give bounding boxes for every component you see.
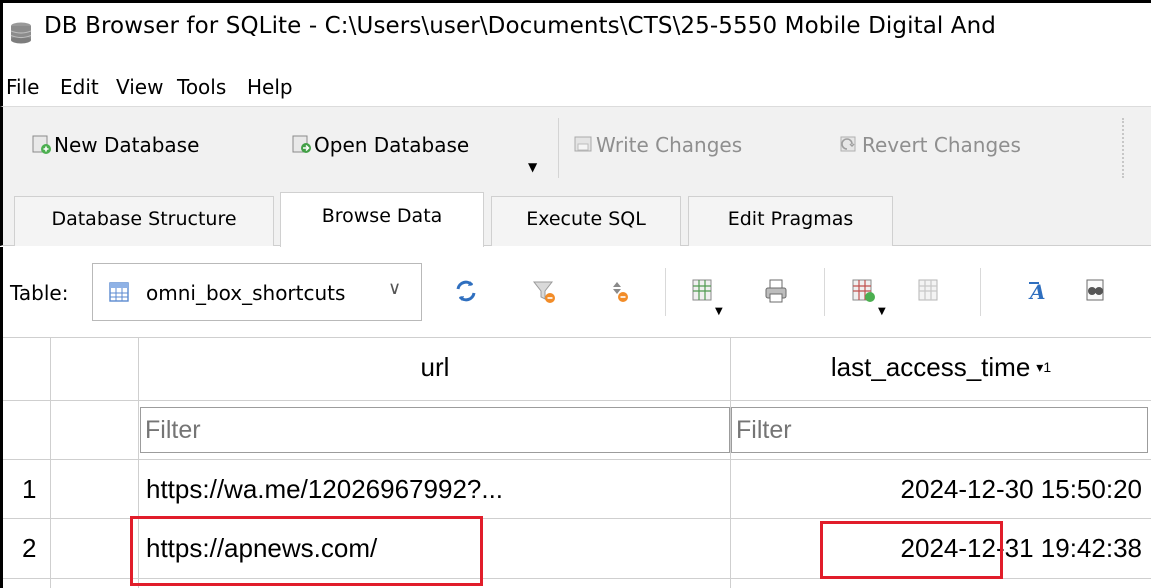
find-icon[interactable] bbox=[1082, 277, 1110, 305]
table-icon bbox=[109, 282, 129, 302]
menu-file[interactable]: File bbox=[6, 75, 39, 99]
format-text-icon[interactable]: A bbox=[1026, 277, 1054, 305]
toolbar-separator bbox=[980, 268, 981, 316]
print-icon[interactable] bbox=[762, 277, 790, 305]
highlight-box-date bbox=[820, 521, 1003, 579]
clear-sorting-icon[interactable] bbox=[606, 277, 634, 305]
cell-time: 15:50:20 bbox=[1040, 474, 1142, 504]
open-database-button[interactable]: Open Database bbox=[290, 133, 469, 157]
open-database-icon bbox=[292, 135, 311, 153]
row-number[interactable]: 1 bbox=[22, 474, 36, 505]
column-header-last-access-time[interactable]: last_access_time ▾1 bbox=[731, 352, 1151, 383]
tab-edit-pragmas[interactable]: Edit Pragmas bbox=[688, 196, 893, 246]
write-changes-button[interactable]: Write Changes bbox=[572, 133, 742, 157]
save-table-dropdown-arrow[interactable]: ▼ bbox=[715, 306, 723, 317]
window-title: DB Browser for SQLite - C:\Users\user\Do… bbox=[44, 13, 997, 39]
menu-help[interactable]: Help bbox=[247, 75, 293, 99]
database-icon bbox=[10, 22, 32, 44]
table-select-value: omni_box_shortcuts bbox=[146, 281, 346, 305]
write-changes-icon bbox=[574, 136, 592, 152]
highlight-box-url bbox=[130, 516, 483, 586]
new-database-icon bbox=[32, 135, 51, 154]
toolbar-separator bbox=[824, 268, 825, 316]
tab-database-structure[interactable]: Database Structure bbox=[14, 196, 274, 246]
cell-time: 19:42:38 bbox=[1040, 533, 1142, 563]
new-database-button[interactable]: New Database bbox=[30, 133, 199, 157]
insert-record-icon[interactable] bbox=[850, 277, 878, 305]
cell-last-access-time[interactable]: 2024-12-30 15:50:20 bbox=[731, 474, 1142, 505]
chevron-down-icon: ∨ bbox=[388, 278, 402, 299]
grid-line bbox=[50, 337, 51, 588]
open-database-label: Open Database bbox=[314, 133, 470, 157]
menu-bar bbox=[0, 62, 1151, 106]
save-table-icon[interactable] bbox=[690, 277, 718, 305]
menu-view[interactable]: View bbox=[116, 75, 163, 99]
delete-record-icon[interactable] bbox=[916, 277, 944, 305]
cell-url[interactable]: https://wa.me/12026967992?... bbox=[146, 474, 503, 505]
write-changes-label: Write Changes bbox=[596, 133, 743, 157]
menu-edit[interactable]: Edit bbox=[60, 75, 99, 99]
grid-line bbox=[3, 337, 1151, 338]
row-number[interactable]: 2 bbox=[22, 533, 36, 564]
revert-changes-label: Revert Changes bbox=[862, 133, 1021, 157]
grid-line bbox=[3, 459, 1151, 460]
open-database-dropdown-arrow[interactable]: ▼ bbox=[528, 160, 537, 174]
new-database-label: New Database bbox=[54, 133, 200, 157]
tab-browse-data[interactable]: Browse Data bbox=[280, 192, 484, 247]
toolbar-grip bbox=[1122, 118, 1125, 178]
column-header-url[interactable]: url bbox=[140, 352, 730, 383]
revert-changes-icon bbox=[840, 136, 856, 152]
cell-date: 2024-12-30 bbox=[900, 474, 1034, 504]
table-label: Table: bbox=[10, 281, 69, 305]
menu-tools[interactable]: Tools bbox=[177, 75, 226, 99]
grid-line bbox=[3, 400, 1151, 401]
sort-descending-icon: ▾1 bbox=[1036, 359, 1052, 375]
clear-filters-icon[interactable] bbox=[530, 277, 558, 305]
tab-execute-sql[interactable]: Execute SQL bbox=[491, 196, 681, 246]
toolbar-separator bbox=[558, 118, 559, 178]
filter-input-last-access-time[interactable] bbox=[731, 407, 1148, 453]
filter-input-url[interactable] bbox=[140, 407, 730, 453]
refresh-icon[interactable] bbox=[452, 277, 480, 305]
insert-record-dropdown-arrow[interactable]: ▼ bbox=[878, 306, 886, 317]
revert-changes-button[interactable]: Revert Changes bbox=[838, 133, 1021, 157]
toolbar-separator bbox=[665, 268, 666, 316]
column-header-label: last_access_time bbox=[830, 352, 1031, 382]
